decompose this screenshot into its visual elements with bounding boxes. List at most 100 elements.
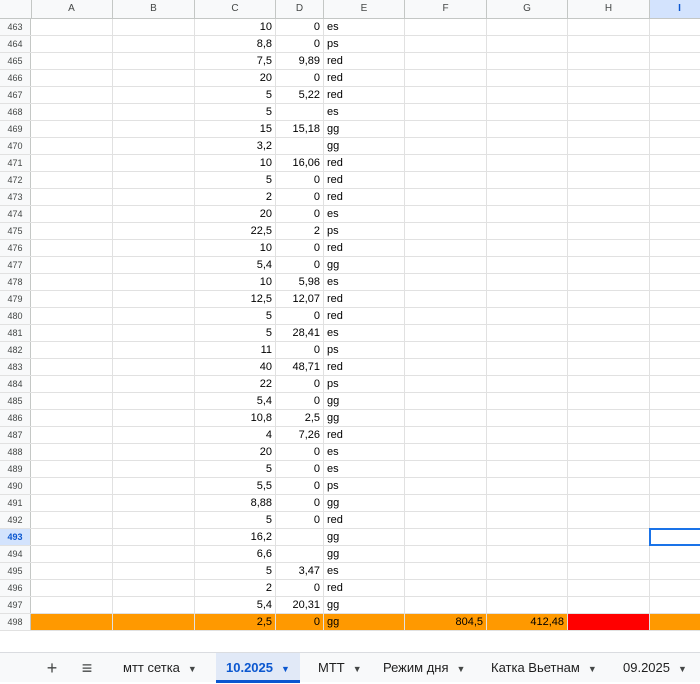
all-sheets-menu-icon[interactable]: ≡	[72, 653, 102, 683]
row-number[interactable]: 490	[0, 478, 31, 494]
cell-a492[interactable]	[31, 512, 113, 528]
cell-a470[interactable]	[31, 138, 113, 154]
cell-c490[interactable]: 5,5	[195, 478, 276, 494]
cell-f482[interactable]	[405, 342, 487, 358]
cell-b489[interactable]	[113, 461, 195, 477]
cell-a476[interactable]	[31, 240, 113, 256]
cell-f481[interactable]	[405, 325, 487, 341]
cell-d477[interactable]: 0	[276, 257, 324, 273]
cell-h493[interactable]	[568, 529, 650, 545]
cell-h490[interactable]	[568, 478, 650, 494]
cell-h466[interactable]	[568, 70, 650, 86]
cell-e490[interactable]: ps	[324, 478, 405, 494]
cell-f475[interactable]	[405, 223, 487, 239]
cell-d469[interactable]: 15,18	[276, 121, 324, 137]
cell-h488[interactable]	[568, 444, 650, 460]
cell-h473[interactable]	[568, 189, 650, 205]
cell-g495[interactable]	[487, 563, 568, 579]
row-number[interactable]: 491	[0, 495, 31, 511]
cell-e470[interactable]: gg	[324, 138, 405, 154]
cell-h496[interactable]	[568, 580, 650, 596]
cell-i477[interactable]	[650, 257, 700, 273]
cell-g497[interactable]	[487, 597, 568, 613]
cell-a495[interactable]	[31, 563, 113, 579]
column-header-i[interactable]: I	[650, 0, 700, 18]
cell-h486[interactable]	[568, 410, 650, 426]
cell-g484[interactable]	[487, 376, 568, 392]
cell-h483[interactable]	[568, 359, 650, 375]
cell-a496[interactable]	[31, 580, 113, 596]
row-number[interactable]: 474	[0, 206, 31, 222]
cell-g463[interactable]	[487, 19, 568, 35]
cell-d466[interactable]: 0	[276, 70, 324, 86]
cell-g475[interactable]	[487, 223, 568, 239]
cell-h470[interactable]	[568, 138, 650, 154]
cell-c466[interactable]: 20	[195, 70, 276, 86]
cell-c463[interactable]: 10	[195, 19, 276, 35]
cell-d474[interactable]: 0	[276, 206, 324, 222]
cell-d464[interactable]: 0	[276, 36, 324, 52]
cell-d498[interactable]: 0	[276, 614, 324, 630]
cell-b473[interactable]	[113, 189, 195, 205]
cell-i471[interactable]	[650, 155, 700, 171]
cell-i469[interactable]	[650, 121, 700, 137]
cell-d488[interactable]: 0	[276, 444, 324, 460]
row-number[interactable]: 476	[0, 240, 31, 256]
cell-g464[interactable]	[487, 36, 568, 52]
cell-b467[interactable]	[113, 87, 195, 103]
cell-c469[interactable]: 15	[195, 121, 276, 137]
cell-a472[interactable]	[31, 172, 113, 188]
cell-c474[interactable]: 20	[195, 206, 276, 222]
sheet-tab[interactable]: МТТ ▼	[308, 653, 372, 683]
cell-i488[interactable]	[650, 444, 700, 460]
cell-a465[interactable]	[31, 53, 113, 69]
cell-c496[interactable]: 2	[195, 580, 276, 596]
cell-a493[interactable]	[31, 529, 113, 545]
cell-h491[interactable]	[568, 495, 650, 511]
cell-h479[interactable]	[568, 291, 650, 307]
cell-b477[interactable]	[113, 257, 195, 273]
cell-g474[interactable]	[487, 206, 568, 222]
column-header-h[interactable]: H	[568, 0, 650, 18]
cell-d485[interactable]: 0	[276, 393, 324, 409]
cell-b476[interactable]	[113, 240, 195, 256]
cell-g481[interactable]	[487, 325, 568, 341]
cell-g479[interactable]	[487, 291, 568, 307]
tab-dropdown-icon[interactable]: ▼	[281, 654, 290, 684]
column-header-d[interactable]: D	[276, 0, 324, 18]
cell-i493[interactable]	[650, 529, 700, 545]
cell-a469[interactable]	[31, 121, 113, 137]
row-number[interactable]: 496	[0, 580, 31, 596]
cell-g494[interactable]	[487, 546, 568, 562]
cell-d467[interactable]: 5,22	[276, 87, 324, 103]
cell-d497[interactable]: 20,31	[276, 597, 324, 613]
cell-i478[interactable]	[650, 274, 700, 290]
cell-h472[interactable]	[568, 172, 650, 188]
cell-e469[interactable]: gg	[324, 121, 405, 137]
cell-i473[interactable]	[650, 189, 700, 205]
cell-b481[interactable]	[113, 325, 195, 341]
cell-f490[interactable]	[405, 478, 487, 494]
row-number[interactable]: 479	[0, 291, 31, 307]
cell-g465[interactable]	[487, 53, 568, 69]
cell-i470[interactable]	[650, 138, 700, 154]
cell-e497[interactable]: gg	[324, 597, 405, 613]
cell-c478[interactable]: 10	[195, 274, 276, 290]
cell-b488[interactable]	[113, 444, 195, 460]
cell-d478[interactable]: 5,98	[276, 274, 324, 290]
cell-a471[interactable]	[31, 155, 113, 171]
cell-h474[interactable]	[568, 206, 650, 222]
cell-b486[interactable]	[113, 410, 195, 426]
cell-a480[interactable]	[31, 308, 113, 324]
cell-a484[interactable]	[31, 376, 113, 392]
cell-h465[interactable]	[568, 53, 650, 69]
cell-c494[interactable]: 6,6	[195, 546, 276, 562]
cell-b464[interactable]	[113, 36, 195, 52]
cell-a491[interactable]	[31, 495, 113, 511]
cell-i472[interactable]	[650, 172, 700, 188]
cell-a490[interactable]	[31, 478, 113, 494]
row-number[interactable]: 471	[0, 155, 31, 171]
cell-i463[interactable]	[650, 19, 700, 35]
cell-h475[interactable]	[568, 223, 650, 239]
cell-i483[interactable]	[650, 359, 700, 375]
